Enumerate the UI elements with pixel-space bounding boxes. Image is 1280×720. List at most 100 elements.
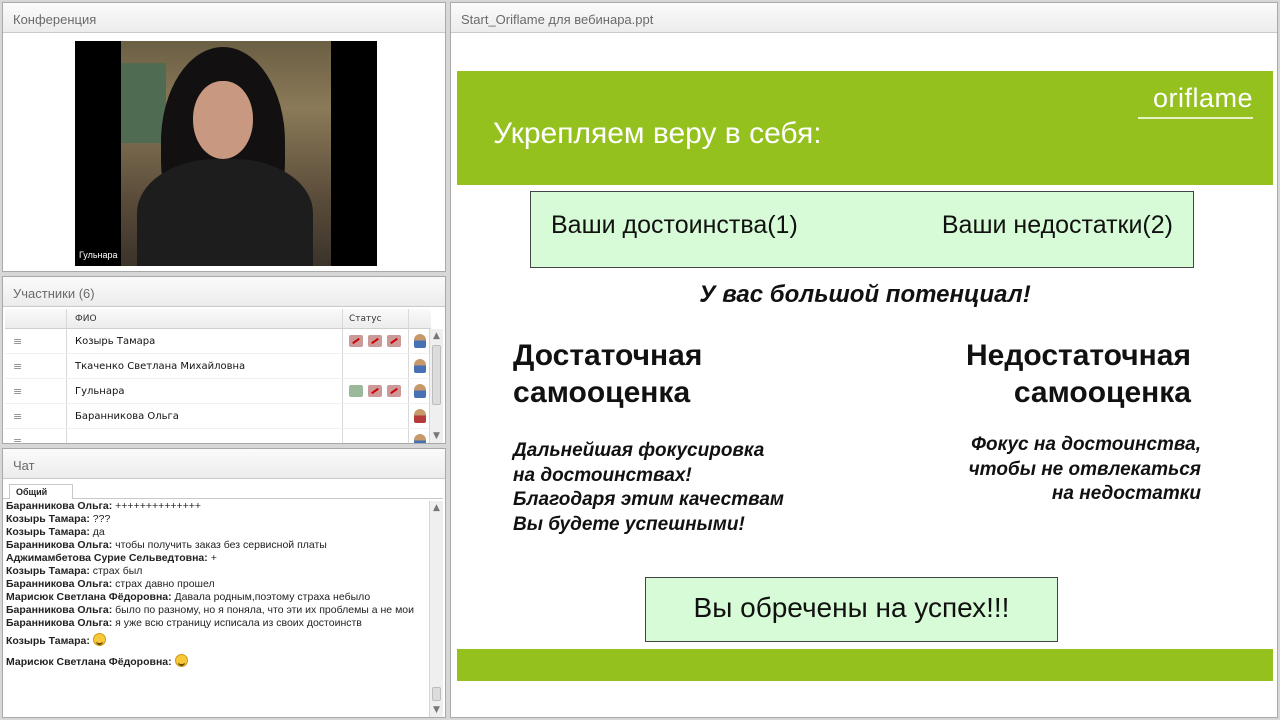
drag-handle-icon[interactable]: ≡: [5, 329, 67, 353]
video-person-body: [137, 159, 313, 266]
chat-tabs: Общий: [3, 481, 443, 499]
user-icon: [414, 359, 426, 373]
right-heading-line-1: Недостаточная: [966, 339, 1191, 372]
participants-header: ФИО Статус: [5, 309, 431, 329]
presentation-file-title: Start_Oriflame для вебинара.ppt: [451, 3, 1277, 33]
table-row[interactable]: ≡: [5, 429, 431, 443]
right-heading-line-2: самооценка: [1013, 376, 1191, 409]
chat-text: было по разному, но я поняла, что эти их…: [115, 604, 414, 616]
chat-author: Баранникова Ольга:: [6, 604, 113, 616]
left-heading: Достаточная самооценка: [513, 337, 702, 411]
chat-author: Баранникова Ольга:: [6, 539, 113, 551]
participants-panel: Участники (6) ФИО Статус ≡ Козырь Тамара…: [2, 276, 446, 444]
scroll-thumb[interactable]: [432, 345, 441, 405]
scroll-down-icon[interactable]: ▼: [430, 429, 443, 443]
participants-scrollbar[interactable]: ▲ ▼: [429, 329, 443, 443]
drag-handle-icon[interactable]: ≡: [5, 379, 67, 403]
scroll-up-icon[interactable]: ▲: [430, 329, 443, 343]
participant-status: [343, 404, 409, 428]
left-text-line: на достоинствах!: [513, 464, 692, 486]
participant-status: [343, 354, 409, 378]
header-drag-col: [5, 309, 67, 328]
video-feed[interactable]: Гульнара: [75, 41, 377, 266]
potential-text: У вас большой потенциал!: [699, 281, 1031, 308]
box-right-text: Ваши недостатки(2): [941, 211, 1173, 239]
scroll-thumb[interactable]: [432, 687, 441, 701]
chat-author: Козырь Тамара:: [6, 526, 90, 538]
chat-text: +: [210, 552, 217, 564]
participant-name: Козырь Тамара: [67, 329, 343, 353]
participants-title: Участники (6): [3, 277, 445, 307]
left-text-line: Дальнейшая фокусировка: [513, 440, 765, 461]
left-heading-line-2: самооценка: [513, 376, 691, 409]
mic-off-icon[interactable]: [349, 335, 363, 347]
chat-text: да: [92, 526, 105, 538]
left-text-line: Вы будете успешными!: [513, 513, 745, 535]
presenter-icon: [414, 384, 426, 398]
conference-title: Конференция: [3, 3, 445, 33]
tab-general[interactable]: Общий: [9, 484, 73, 499]
chat-message: Баранникова Ольга: было по разному, но я…: [6, 604, 426, 617]
chat-text: ++++++++++++++: [115, 500, 202, 512]
chat-author: Козырь Тамара:: [6, 565, 90, 577]
slide-header-band: oriflame Укрепляем веру в себя:: [457, 71, 1273, 185]
presentation-panel: Start_Oriflame для вебинара.ppt oriflame…: [450, 2, 1278, 718]
chat-author: Баранникова Ольга:: [6, 617, 113, 629]
chat-message: Козырь Тамара:: [6, 632, 426, 651]
chat-author: Козырь Тамара:: [6, 513, 90, 525]
header-name[interactable]: ФИО: [67, 309, 343, 328]
drag-handle-icon[interactable]: ≡: [5, 404, 67, 428]
chat-text: страх был: [92, 565, 143, 577]
user-icon-red: [414, 409, 426, 423]
participant-status: [343, 429, 409, 443]
chat-message: Марисюк Светлана Фёдоровна:: [6, 653, 426, 672]
chat-text: я уже всю страницу исписала из своих дос…: [115, 617, 362, 629]
chat-author: Марисюк Светлана Фёдоровна:: [6, 656, 172, 668]
table-row[interactable]: ≡ Ткаченко Светлана Михайловна: [5, 354, 431, 379]
mic-on-icon[interactable]: [349, 385, 363, 397]
logo-underline: [1138, 117, 1253, 119]
drag-handle-icon[interactable]: ≡: [5, 354, 67, 378]
table-row[interactable]: ≡ Гульнара: [5, 379, 431, 404]
chat-message: Козырь Тамара: ???: [6, 513, 426, 526]
video-background-door: [121, 63, 166, 143]
participant-name: Ткаченко Светлана Михайловна: [67, 354, 343, 378]
right-text-line: Фокус на достоинства,: [971, 434, 1201, 455]
chat-message: Козырь Тамара: страх был: [6, 565, 426, 578]
oriflame-logo: oriflame: [1152, 83, 1253, 113]
right-text: Фокус на достоинства, чтобы не отвлекать…: [969, 433, 1201, 507]
scroll-up-icon[interactable]: ▲: [430, 501, 443, 515]
chat-text: страх давно прошел: [115, 578, 215, 590]
right-heading: Недостаточная самооценка: [966, 337, 1191, 411]
drag-handle-icon[interactable]: ≡: [5, 429, 67, 443]
chat-title: Чат: [3, 449, 445, 479]
chat-author: Аджимамбетова Сурие Сельведтовна:: [6, 552, 208, 564]
strengths-weaknesses-box: Ваши достоинства(1) Ваши недостатки(2): [530, 191, 1194, 268]
chat-scrollbar[interactable]: ▲ ▼: [429, 501, 443, 717]
scroll-down-icon[interactable]: ▼: [430, 703, 443, 717]
table-row[interactable]: ≡ Баранникова Ольга: [5, 404, 431, 429]
header-status[interactable]: Статус: [343, 309, 409, 328]
slide-footer-band: [457, 649, 1273, 681]
right-text-line: чтобы не отвлекаться: [968, 458, 1201, 480]
cam-off-icon[interactable]: [368, 385, 382, 397]
chat-author: Марисюк Светлана Фёдоровна:: [6, 591, 172, 603]
participant-name: Баранникова Ольга: [67, 404, 343, 428]
smile-icon: [174, 654, 188, 667]
table-row[interactable]: ≡ Козырь Тамара: [5, 329, 431, 354]
box-left-text: Ваши достоинства(1): [551, 211, 798, 239]
chat-message: Баранникова Ольга: ++++++++++++++: [6, 500, 426, 513]
chat-message: Баранникова Ольга: страх давно прошел: [6, 578, 426, 591]
screen-off-icon[interactable]: [387, 385, 401, 397]
conference-panel: Конференция Гульнара: [2, 2, 446, 272]
right-text-line: на недостатки: [1051, 483, 1201, 504]
participant-status: [343, 329, 409, 353]
screen-off-icon[interactable]: [387, 335, 401, 347]
slide: oriflame Укрепляем веру в себя: Ваши дос…: [457, 71, 1273, 683]
left-text: Дальнейшая фокусировка на достоинствах! …: [513, 439, 784, 537]
participant-status: [343, 379, 409, 403]
chat-text: Давала родным,поэтому страха небыло: [174, 591, 371, 603]
cam-off-icon[interactable]: [368, 335, 382, 347]
chat-message: Баранникова Ольга: я уже всю страницу ис…: [6, 617, 426, 630]
chat-author: Баранникова Ольга:: [6, 500, 113, 512]
